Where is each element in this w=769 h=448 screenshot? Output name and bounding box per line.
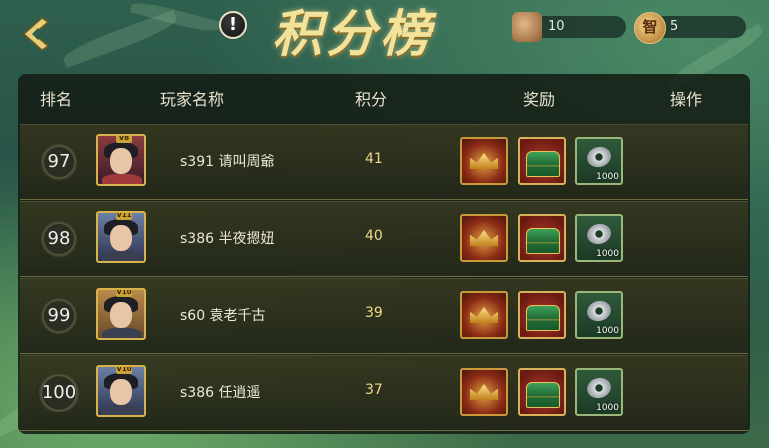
reward-coin-item[interactable]: 1000 <box>575 368 623 416</box>
header-action: 操作 <box>670 90 703 109</box>
table-row: 97 V8 s391 请叫周爺 41 1000 <box>20 124 748 200</box>
chevron-left-icon <box>22 17 50 51</box>
crown-icon <box>470 230 498 246</box>
table-row: 98 V11 s386 半夜摁妞 40 1000 <box>20 201 748 277</box>
reward-title-item[interactable] <box>460 137 508 185</box>
scroll-token-icon <box>512 12 542 42</box>
resource-counter-wisdom: 智 5 <box>634 12 746 44</box>
exclamation-icon: ! <box>228 14 238 35</box>
reward-quantity: 1000 <box>596 403 619 413</box>
avatar[interactable]: V8 <box>96 134 146 186</box>
table-row: 100 V10 s386 任逍遥 37 1000 <box>20 355 748 431</box>
leaderboard-panel: 排名 玩家名称 积分 奖励 操作 97 V8 s391 请叫周爺 41 1000… <box>18 74 750 434</box>
wisdom-token-icon: 智 <box>634 12 666 44</box>
reward-quantity: 1000 <box>596 326 619 336</box>
player-name: s391 请叫周爺 <box>180 154 275 170</box>
crown-icon <box>470 153 498 169</box>
table-header: 排名 玩家名称 积分 奖励 操作 <box>18 74 750 118</box>
header-score: 积分 <box>355 90 388 109</box>
reward-title-item[interactable] <box>460 214 508 262</box>
silver-coin-icon <box>584 144 614 170</box>
rank-badge: 99 <box>40 297 78 335</box>
reward-chest-item[interactable] <box>518 368 566 416</box>
table-row: 99 V10 s60 袁老千古 39 1000 <box>20 278 748 354</box>
resource-value: 5 <box>670 19 679 34</box>
vip-badge: V10 <box>116 365 132 374</box>
reward-chest-item[interactable] <box>518 291 566 339</box>
reward-coin-item[interactable]: 1000 <box>575 214 623 262</box>
chest-icon <box>526 382 560 408</box>
reward-chest-item[interactable] <box>518 137 566 185</box>
avatar[interactable]: V10 <box>96 288 146 340</box>
reward-chest-item[interactable] <box>518 214 566 262</box>
info-button[interactable]: ! <box>219 11 247 39</box>
page-title: 积分榜 <box>272 4 434 63</box>
score-value: 39 <box>365 305 383 321</box>
header-reward: 奖励 <box>523 90 556 109</box>
vip-badge: V8 <box>116 136 132 143</box>
vip-badge: V11 <box>116 211 132 220</box>
player-name: s60 袁老千古 <box>180 308 266 324</box>
avatar[interactable]: V10 <box>96 365 146 417</box>
silver-coin-icon <box>584 298 614 324</box>
chest-icon <box>526 228 560 254</box>
reward-coin-item[interactable]: 1000 <box>575 137 623 185</box>
score-value: 37 <box>365 382 383 398</box>
rank-badge: 98 <box>40 220 78 258</box>
player-name: s386 任逍遥 <box>180 385 261 401</box>
reward-title-item[interactable] <box>460 291 508 339</box>
crown-icon <box>470 307 498 323</box>
silver-coin-icon <box>584 221 614 247</box>
rank-badge: 100 <box>36 374 82 412</box>
reward-title-item[interactable] <box>460 368 508 416</box>
silver-coin-icon <box>584 375 614 401</box>
reward-coin-item[interactable]: 1000 <box>575 291 623 339</box>
rank-badge: 97 <box>40 143 78 181</box>
vip-badge: V10 <box>116 288 132 297</box>
header-rank: 排名 <box>40 90 73 109</box>
avatar[interactable]: V11 <box>96 211 146 263</box>
back-button[interactable] <box>18 14 58 54</box>
score-value: 40 <box>365 228 383 244</box>
crown-icon <box>470 384 498 400</box>
resource-counter-scroll: 10 <box>512 12 626 42</box>
player-name: s386 半夜摁妞 <box>180 231 275 247</box>
resource-value: 10 <box>548 19 565 34</box>
header-player-name: 玩家名称 <box>160 90 225 109</box>
reward-quantity: 1000 <box>596 249 619 259</box>
chest-icon <box>526 305 560 331</box>
chest-icon <box>526 151 560 177</box>
score-value: 41 <box>365 151 383 167</box>
reward-quantity: 1000 <box>596 172 619 182</box>
